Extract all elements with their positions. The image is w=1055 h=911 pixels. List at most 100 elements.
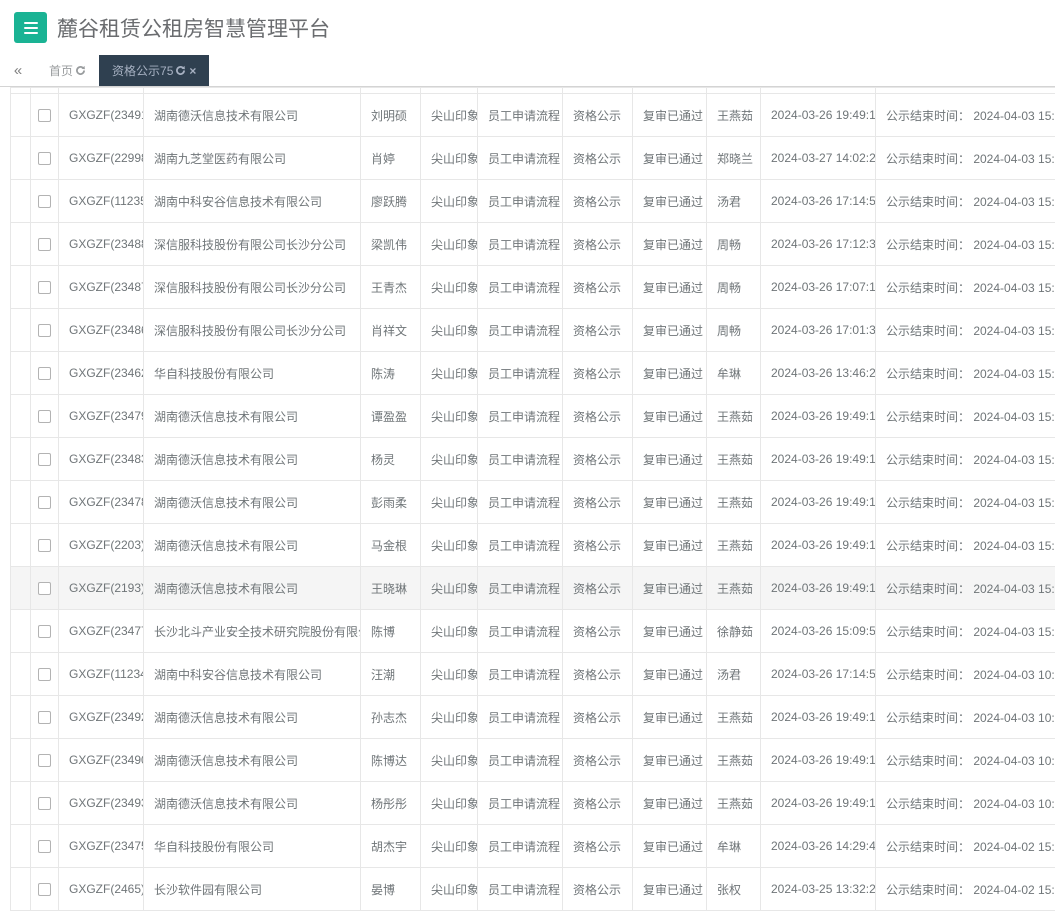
table-row[interactable]: GXGZF(23486) 深信服科技股份有限公司长沙分公司 肖祥文 尖山印象 员… (11, 309, 1055, 352)
table-row[interactable]: GXGZF(11234) 湖南中科安谷信息技术有限公司 汪潮 尖山印象 员工申请… (11, 653, 1055, 696)
cell-company: 深信服科技股份有限公司长沙分公司 (144, 266, 361, 309)
app-title: 麓谷租赁公租房智慧管理平台 (57, 13, 330, 43)
collapse-tabs-button[interactable]: « (0, 55, 36, 86)
cell-spacer (11, 94, 31, 137)
table-row[interactable]: GXGZF(23490) 湖南德沃信息技术有限公司 陈博达 尖山印象 员工申请流… (11, 739, 1055, 782)
row-checkbox[interactable] (38, 711, 51, 724)
table-row[interactable]: GXGZF(23462) 华自科技股份有限公司 陈涛 尖山印象 员工申请流程 资… (11, 352, 1055, 395)
row-checkbox[interactable] (38, 496, 51, 509)
hamburger-icon (24, 22, 38, 24)
cell-end-time: 公示结束时间： 2024-04-03 10:39:40 (876, 782, 1055, 825)
cell-process: 员工申请流程 (478, 481, 563, 524)
cell-reviewer: 王燕茹 (707, 782, 761, 825)
row-checkbox[interactable] (38, 797, 51, 810)
cell-apply-time: 2024-03-26 14:29:46 (761, 825, 876, 868)
row-checkbox[interactable] (38, 410, 51, 423)
refresh-icon[interactable] (75, 65, 86, 76)
cell-status: 资格公示 (563, 438, 633, 481)
table-row[interactable]: GXGZF(11235) 湖南中科安谷信息技术有限公司 廖跃腾 尖山印象 员工申… (11, 180, 1055, 223)
cell-spacer (11, 610, 31, 653)
cell-apply-time: 2024-03-26 17:14:53 (761, 180, 876, 223)
row-checkbox[interactable] (38, 754, 51, 767)
table-row[interactable]: GXGZF(22998) 湖南九芝堂医药有限公司 肖婷 尖山印象 员工申请流程 … (11, 137, 1055, 180)
table-row[interactable]: GXGZF(23483) 湖南德沃信息技术有限公司 杨灵 尖山印象 员工申请流程… (11, 438, 1055, 481)
cell-spacer (11, 567, 31, 610)
cell-record-id: GXGZF(23478) (59, 481, 144, 524)
row-checkbox[interactable] (38, 453, 51, 466)
cell-reviewer: 汤君 (707, 653, 761, 696)
cell-status: 资格公示 (563, 309, 633, 352)
row-checkbox[interactable] (38, 281, 51, 294)
cell-company: 湖南德沃信息技术有限公司 (144, 438, 361, 481)
cell-process: 员工申请流程 (478, 137, 563, 180)
tab-home[interactable]: 首页 (36, 55, 99, 86)
table-row[interactable]: GXGZF(23487) 深信服科技股份有限公司长沙分公司 王青杰 尖山印象 员… (11, 266, 1055, 309)
cell-end-time: 公示结束时间： 2024-04-03 15:39:28 (876, 610, 1055, 653)
cell-company: 湖南中科安谷信息技术有限公司 (144, 180, 361, 223)
row-checkbox[interactable] (38, 367, 51, 380)
cell-applicant: 王青杰 (361, 266, 421, 309)
cell-spacer (11, 309, 31, 352)
cell-company: 湖南德沃信息技术有限公司 (144, 567, 361, 610)
hamburger-menu-button[interactable] (14, 12, 47, 43)
table-row[interactable]: GXGZF(23488) 深信服科技股份有限公司长沙分公司 梁凯伟 尖山印象 员… (11, 223, 1055, 266)
cell-end-time: 公示结束时间： 2024-04-03 15:42:28 (876, 137, 1055, 180)
cell-spacer (11, 524, 31, 567)
cell-record-id: GXGZF(23487) (59, 266, 144, 309)
cell-status: 资格公示 (563, 610, 633, 653)
cell-checkbox (31, 180, 59, 223)
row-checkbox[interactable] (38, 109, 51, 122)
cell-record-id: GXGZF(23486) (59, 309, 144, 352)
cell-process: 员工申请流程 (478, 395, 563, 438)
cell-review-result: 复审已通过 (633, 309, 707, 352)
cell-company: 深信服科技股份有限公司长沙分公司 (144, 309, 361, 352)
cell-reviewer: 周畅 (707, 266, 761, 309)
row-checkbox[interactable] (38, 668, 51, 681)
cell-process: 员工申请流程 (478, 180, 563, 223)
cell-project: 尖山印象 (421, 782, 478, 825)
tab-qualification-publicity[interactable]: 资格公示75 × (99, 55, 209, 86)
cell-project: 尖山印象 (421, 739, 478, 782)
row-checkbox[interactable] (38, 152, 51, 165)
cell-spacer (11, 223, 31, 266)
table-row[interactable]: GXGZF(23491) 湖南德沃信息技术有限公司 刘明硕 尖山印象 员工申请流… (11, 94, 1055, 137)
cell-reviewer: 王燕茹 (707, 567, 761, 610)
row-checkbox[interactable] (38, 539, 51, 552)
cell-company: 湖南德沃信息技术有限公司 (144, 739, 361, 782)
row-checkbox[interactable] (38, 840, 51, 853)
cell-project: 尖山印象 (421, 309, 478, 352)
cell-apply-time: 2024-03-26 19:49:12 (761, 94, 876, 137)
row-checkbox[interactable] (38, 625, 51, 638)
row-checkbox[interactable] (38, 324, 51, 337)
table-row[interactable]: GXGZF(23492) 湖南德沃信息技术有限公司 孙志杰 尖山印象 员工申请流… (11, 696, 1055, 739)
cell-end-time: 公示结束时间： 2024-04-03 15:40:20 (876, 524, 1055, 567)
table-row[interactable]: GXGZF(23477) 长沙北斗产业安全技术研究院股份有限公司 陈博 尖山印象… (11, 610, 1055, 653)
table-row[interactable]: GXGZF(23479) 湖南德沃信息技术有限公司 谭盈盈 尖山印象 员工申请流… (11, 395, 1055, 438)
double-chevron-left-icon: « (14, 62, 22, 79)
cell-spacer (11, 395, 31, 438)
cell-process: 员工申请流程 (478, 782, 563, 825)
table-row[interactable]: GXGZF(23475) 华自科技股份有限公司 胡杰宇 尖山印象 员工申请流程 … (11, 825, 1055, 868)
close-icon[interactable]: × (189, 65, 196, 77)
row-checkbox[interactable] (38, 883, 51, 896)
row-checkbox[interactable] (38, 238, 51, 251)
cell-apply-time: 2024-03-26 19:49:12 (761, 782, 876, 825)
cell-apply-time: 2024-03-26 19:49:14 (761, 395, 876, 438)
cell-reviewer: 牟琳 (707, 352, 761, 395)
cell-project: 尖山印象 (421, 266, 478, 309)
row-checkbox[interactable] (38, 582, 51, 595)
cell-checkbox (31, 825, 59, 868)
table-row[interactable]: GXGZF(2465) 长沙软件园有限公司 晏博 尖山印象 员工申请流程 资格公… (11, 868, 1055, 911)
table-row[interactable]: GXGZF(2193) 湖南德沃信息技术有限公司 王晓琳 尖山印象 员工申请流程… (11, 567, 1055, 610)
cell-apply-time: 2024-03-26 19:49:12 (761, 567, 876, 610)
refresh-icon[interactable] (175, 65, 186, 76)
table-row[interactable]: GXGZF(23493) 湖南德沃信息技术有限公司 杨彤彤 尖山印象 员工申请流… (11, 782, 1055, 825)
cell-project: 尖山印象 (421, 438, 478, 481)
cell-company: 湖南德沃信息技术有限公司 (144, 481, 361, 524)
table-row[interactable]: GXGZF(23478) 湖南德沃信息技术有限公司 彭雨柔 尖山印象 员工申请流… (11, 481, 1055, 524)
table-row[interactable]: GXGZF(2203) 湖南德沃信息技术有限公司 马金根 尖山印象 员工申请流程… (11, 524, 1055, 567)
cell-apply-time: 2024-03-26 13:46:20 (761, 352, 876, 395)
cell-spacer (11, 782, 31, 825)
row-checkbox[interactable] (38, 195, 51, 208)
cell-applicant: 晏博 (361, 868, 421, 911)
